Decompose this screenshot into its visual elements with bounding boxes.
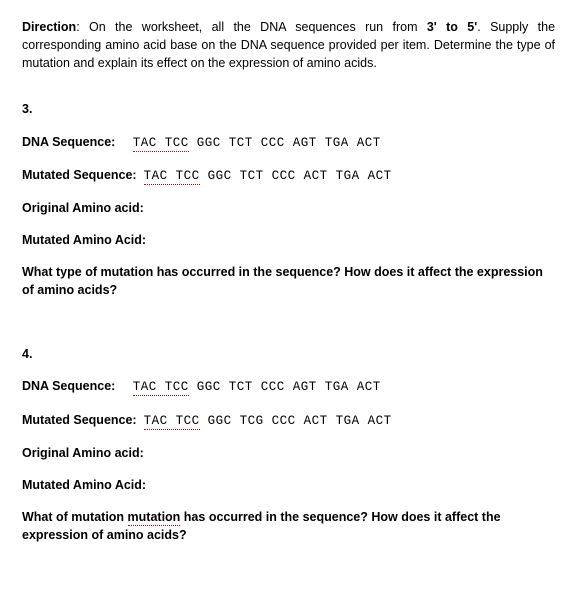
mutated-sequence-label: Mutated Sequence:: [22, 168, 137, 182]
mutated-sequence-label: Mutated Sequence:: [22, 413, 137, 427]
q3-mut-row: Mutated Sequence: TAC TCC GGC TCT CCC AC…: [22, 166, 555, 185]
direction-block: Direction: On the worksheet, all the DNA…: [22, 18, 555, 72]
q4-original-amino: Original Amino acid:: [22, 444, 555, 462]
q4-dna-rest: GGC TCT CCC AGT TGA ACT: [189, 380, 381, 394]
q3-dna-row: DNA Sequence: TAC TCC GGC TCT CCC AGT TG…: [22, 133, 555, 152]
q4-number: 4.: [22, 345, 555, 363]
q4-mutated-amino: Mutated Amino Acid:: [22, 476, 555, 494]
q4-mut-rest: GGC TCG CCC ACT TGA ACT: [200, 414, 392, 428]
q3-original-amino: Original Amino acid:: [22, 199, 555, 217]
q4-question: What of mutation mutation has occurred i…: [22, 508, 555, 544]
direction-label: Direction: [22, 20, 76, 34]
q4-dna-row: DNA Sequence: TAC TCC GGC TCT CCC AGT TG…: [22, 377, 555, 396]
q3-question: What type of mutation has occurred in th…: [22, 263, 555, 299]
q3-dna-rest: GGC TCT CCC AGT TGA ACT: [189, 136, 381, 150]
q3-dna-underlined: TAC TCC: [133, 136, 189, 152]
q3-mut-rest: GGC TCT CCC ACT TGA ACT: [200, 169, 392, 183]
q4-dna-underlined: TAC TCC: [133, 380, 189, 396]
dna-sequence-label: DNA Sequence:: [22, 135, 115, 149]
direction-text-before: : On the worksheet, all the DNA sequence…: [76, 20, 427, 34]
direction-run: 3' to 5': [427, 20, 477, 34]
q3-number: 3.: [22, 100, 555, 118]
q4-mut-underlined: TAC TCC: [144, 414, 200, 430]
q4-mut-row: Mutated Sequence: TAC TCC GGC TCG CCC AC…: [22, 411, 555, 430]
q4-question-before: What of mutation: [22, 510, 128, 524]
dna-sequence-label: DNA Sequence:: [22, 379, 115, 393]
q3-mutated-amino: Mutated Amino Acid:: [22, 231, 555, 249]
q3-mut-underlined: TAC TCC: [144, 169, 200, 185]
q4-question-red: mutation: [128, 510, 181, 526]
